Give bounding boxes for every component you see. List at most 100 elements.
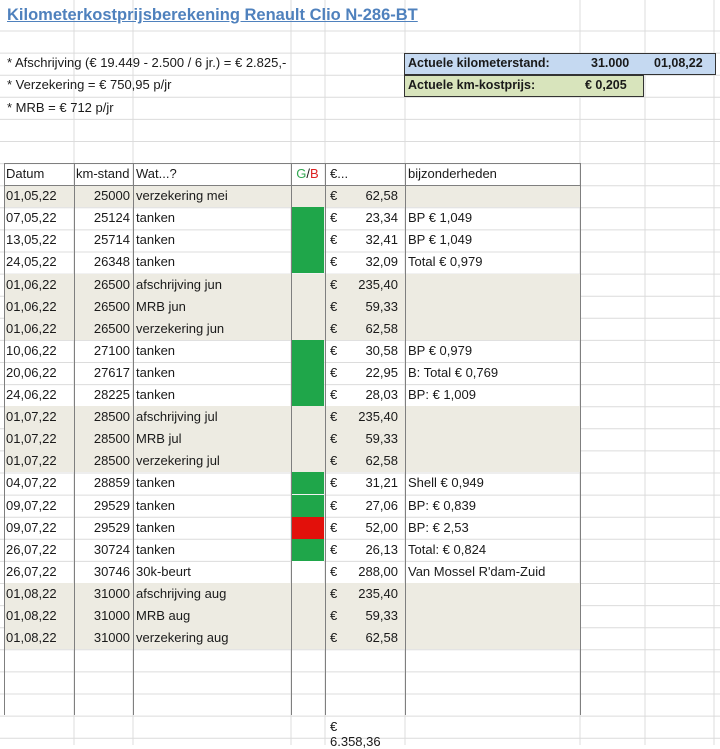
cell-gb-status[interactable] bbox=[291, 583, 324, 605]
cell-bijzonderheden[interactable]: BP € 1,049 bbox=[406, 207, 584, 229]
cell-bedrag[interactable]: 59,33 bbox=[340, 296, 398, 318]
cell-gb-status-green[interactable] bbox=[291, 384, 324, 406]
cell-datum[interactable]: 01,07,22 bbox=[6, 406, 74, 428]
cell-wat[interactable]: tanken bbox=[134, 495, 294, 517]
cell-bijzonderheden[interactable] bbox=[406, 627, 584, 649]
cell-datum[interactable]: 01,06,22 bbox=[6, 318, 74, 340]
header-datum[interactable]: Datum bbox=[6, 163, 74, 185]
cell-wat[interactable]: tanken bbox=[134, 539, 294, 561]
cell-gb-status[interactable] bbox=[291, 274, 324, 296]
cell-km-stand[interactable]: 26500 bbox=[74, 318, 130, 340]
cell-gb-status-green[interactable] bbox=[291, 207, 324, 230]
cell-km-stand[interactable]: 31000 bbox=[74, 627, 130, 649]
cell-wat[interactable]: MRB jul bbox=[134, 428, 294, 450]
cell-bijzonderheden[interactable]: BP: € 2,53 bbox=[406, 517, 584, 539]
header-bijzonderheden[interactable]: bijzonderheden bbox=[406, 163, 584, 185]
cell-wat[interactable]: afschrijving aug bbox=[134, 583, 294, 605]
cell-km-stand[interactable]: 25714 bbox=[74, 229, 130, 251]
cell-gb-status[interactable] bbox=[291, 185, 324, 207]
cell-km-stand[interactable]: 29529 bbox=[74, 495, 130, 517]
cell-datum[interactable]: 24,05,22 bbox=[6, 251, 74, 273]
cell-bedrag[interactable]: 59,33 bbox=[340, 428, 398, 450]
cell-gb-status[interactable] bbox=[291, 428, 324, 450]
cell-gb-status-green[interactable] bbox=[291, 339, 324, 362]
cell-bijzonderheden[interactable] bbox=[406, 605, 584, 627]
cell-bedrag[interactable]: 30,58 bbox=[340, 340, 398, 362]
cell-datum[interactable]: 20,06,22 bbox=[6, 362, 74, 384]
cell-datum[interactable]: 01,07,22 bbox=[6, 428, 74, 450]
header-gb[interactable]: G/B bbox=[291, 163, 324, 185]
cell-bedrag[interactable]: 62,58 bbox=[340, 450, 398, 472]
cell-bedrag[interactable]: 235,40 bbox=[340, 406, 398, 428]
cell-bedrag[interactable]: 288,00 bbox=[340, 561, 398, 583]
cell-bijzonderheden[interactable] bbox=[406, 318, 584, 340]
cell-km-stand[interactable]: 26500 bbox=[74, 296, 130, 318]
cell-km-stand[interactable]: 31000 bbox=[74, 583, 130, 605]
cell-gb-status-green[interactable] bbox=[291, 229, 324, 252]
cell-bedrag[interactable]: 28,03 bbox=[340, 384, 398, 406]
cell-bijzonderheden[interactable]: BP: € 0,839 bbox=[406, 495, 584, 517]
cell-wat[interactable]: tanken bbox=[134, 340, 294, 362]
cell-km-stand[interactable]: 29529 bbox=[74, 517, 130, 539]
cell-bijzonderheden[interactable]: BP: € 1,009 bbox=[406, 384, 584, 406]
cell-datum[interactable]: 01,06,22 bbox=[6, 296, 74, 318]
cell-wat[interactable]: tanken bbox=[134, 251, 294, 273]
price-status-cell[interactable]: Actuele km-kostprijs: € 0,205 bbox=[404, 75, 644, 97]
cell-wat[interactable]: verzekering jun bbox=[134, 318, 294, 340]
cell-datum[interactable]: 13,05,22 bbox=[6, 229, 74, 251]
cell-gb-status[interactable] bbox=[291, 406, 324, 428]
cell-gb-status-green[interactable] bbox=[291, 472, 324, 495]
cell-wat[interactable]: tanken bbox=[134, 207, 294, 229]
cell-wat[interactable]: 30k-beurt bbox=[134, 561, 294, 583]
cell-gb-status[interactable] bbox=[291, 296, 324, 318]
cell-datum[interactable]: 01,08,22 bbox=[6, 605, 74, 627]
cell-km-stand[interactable]: 28859 bbox=[74, 472, 130, 494]
cell-bijzonderheden[interactable] bbox=[406, 428, 584, 450]
cell-bijzonderheden[interactable] bbox=[406, 274, 584, 296]
km-status-cell[interactable]: Actuele kilometerstand: 31.000 01,08,22 bbox=[404, 53, 716, 75]
cell-bijzonderheden[interactable]: Total € 0,979 bbox=[406, 251, 584, 273]
header-km-stand[interactable]: km-stand bbox=[74, 163, 130, 185]
cell-bijzonderheden[interactable] bbox=[406, 583, 584, 605]
cell-km-stand[interactable]: 30746 bbox=[74, 561, 130, 583]
cell-bedrag[interactable]: 62,58 bbox=[340, 627, 398, 649]
cell-wat[interactable]: tanken bbox=[134, 517, 294, 539]
cell-bedrag[interactable]: 26,13 bbox=[340, 539, 398, 561]
cell-km-stand[interactable]: 26500 bbox=[74, 274, 130, 296]
cell-datum[interactable]: 09,07,22 bbox=[6, 517, 74, 539]
cell-datum[interactable]: 01,08,22 bbox=[6, 583, 74, 605]
cell-datum[interactable]: 10,06,22 bbox=[6, 340, 74, 362]
header-euro[interactable]: €... bbox=[330, 163, 390, 185]
cell-bijzonderheden[interactable] bbox=[406, 406, 584, 428]
cell-gb-status[interactable] bbox=[291, 318, 324, 340]
cell-wat[interactable]: afschrijving jul bbox=[134, 406, 294, 428]
cell-gb-status-green[interactable] bbox=[291, 251, 324, 274]
cell-bedrag[interactable]: 32,41 bbox=[340, 229, 398, 251]
cell-km-stand[interactable]: 27100 bbox=[74, 340, 130, 362]
cell-bedrag[interactable]: 59,33 bbox=[340, 605, 398, 627]
cell-km-stand[interactable]: 28225 bbox=[74, 384, 130, 406]
cell-wat[interactable]: tanken bbox=[134, 472, 294, 494]
cell-bedrag[interactable]: 52,00 bbox=[340, 517, 398, 539]
cell-datum[interactable]: 09,07,22 bbox=[6, 495, 74, 517]
cell-bijzonderheden[interactable]: Shell € 0,949 bbox=[406, 472, 584, 494]
cell-wat[interactable]: verzekering jul bbox=[134, 450, 294, 472]
cell-bedrag[interactable]: 23,34 bbox=[340, 207, 398, 229]
cell-bijzonderheden[interactable] bbox=[406, 450, 584, 472]
cell-wat[interactable]: verzekering mei bbox=[134, 185, 294, 207]
cell-datum[interactable]: 04,07,22 bbox=[6, 472, 74, 494]
cell-gb-status[interactable] bbox=[291, 627, 324, 649]
cell-km-stand[interactable]: 25000 bbox=[74, 185, 130, 207]
cell-wat[interactable]: tanken bbox=[134, 362, 294, 384]
cell-wat[interactable]: verzekering aug bbox=[134, 627, 294, 649]
cell-wat[interactable]: MRB jun bbox=[134, 296, 294, 318]
cell-datum[interactable]: 26,07,22 bbox=[6, 561, 74, 583]
cell-datum[interactable]: 01,08,22 bbox=[6, 627, 74, 649]
cell-bedrag[interactable]: 22,95 bbox=[340, 362, 398, 384]
cell-bijzonderheden[interactable]: Van Mossel R'dam-Zuid bbox=[406, 561, 584, 583]
cell-bijzonderheden[interactable] bbox=[406, 185, 584, 207]
cell-bijzonderheden[interactable]: BP € 0,979 bbox=[406, 340, 584, 362]
cell-bedrag[interactable]: 32,09 bbox=[340, 251, 398, 273]
cell-wat[interactable]: afschrijving jun bbox=[134, 274, 294, 296]
cell-bijzonderheden[interactable] bbox=[406, 296, 584, 318]
